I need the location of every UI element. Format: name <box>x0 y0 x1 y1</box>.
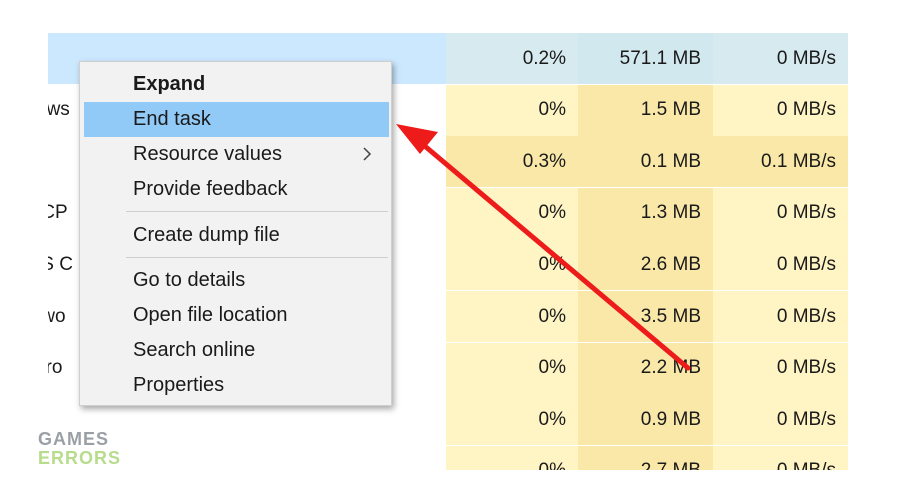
cpu-cell: 0.3% <box>446 136 578 188</box>
cpu-cell: 0% <box>446 342 578 394</box>
cpu-cell: 0% <box>446 291 578 342</box>
disk-cell: 0 MB/s <box>713 342 848 394</box>
menu-item-label: Expand <box>133 73 206 95</box>
menu-item-open-file-location[interactable]: Open file location <box>84 298 389 333</box>
memory-cell: 571.1 MB <box>578 33 713 84</box>
memory-cell: 1.3 MB <box>578 187 713 239</box>
process-name: ows <box>48 99 70 121</box>
disk-cell: 0 MB/s <box>713 291 848 342</box>
process-name: cro <box>48 357 63 379</box>
chevron-right-icon <box>363 147 372 161</box>
disk-cell: 0 MB/s <box>713 84 848 136</box>
menu-item-provide-feedback[interactable]: Provide feedback <box>84 172 389 207</box>
disk-cell: 0 MB/s <box>713 33 848 84</box>
menu-item-search-online[interactable]: Search online <box>84 333 389 368</box>
context-menu: Expand End task Resource values Provide … <box>79 61 392 406</box>
menu-item-label: Create dump file <box>133 224 280 246</box>
disk-cell: 0.1 MB/s <box>713 136 848 188</box>
cpu-cell: 0% <box>446 394 578 446</box>
memory-cell: 2.7 MB <box>578 445 713 470</box>
cpu-cell: 0.2% <box>446 33 578 84</box>
disk-cell: 0 MB/s <box>713 394 848 446</box>
menu-separator <box>126 211 388 212</box>
menu-item-label: Resource values <box>133 143 282 165</box>
menu-item-expand[interactable]: Expand <box>84 67 389 102</box>
table-row[interactable]: 0%2.7 MB0 MB/s <box>48 445 848 470</box>
menu-item-label: Search online <box>133 339 256 361</box>
disk-cell: 0 MB/s <box>713 187 848 239</box>
watermark-logo: GAMES ERRORS <box>38 430 128 468</box>
menu-item-label: Provide feedback <box>133 178 288 200</box>
watermark-line1: GAMES <box>38 429 110 449</box>
menu-item-end-task[interactable]: End task <box>84 102 389 137</box>
menu-item-go-to-details[interactable]: Go to details <box>84 263 389 298</box>
menu-item-resource-values[interactable]: Resource values <box>84 137 389 172</box>
cpu-cell: 0% <box>446 445 578 470</box>
memory-cell: 2.6 MB <box>578 239 713 291</box>
menu-item-properties[interactable]: Properties <box>84 368 389 403</box>
memory-cell: 0.1 MB <box>578 136 713 188</box>
process-name: IS C <box>48 253 73 275</box>
cpu-cell: 0% <box>446 187 578 239</box>
menu-item-label: End task <box>133 108 211 130</box>
watermark-line2: ERRORS <box>38 448 122 468</box>
menu-item-label: Open file location <box>133 304 288 326</box>
menu-item-create-dump-file[interactable]: Create dump file <box>84 218 389 253</box>
memory-cell: 2.2 MB <box>578 342 713 394</box>
memory-cell: 0.9 MB <box>578 394 713 446</box>
disk-cell: 0 MB/s <box>713 445 848 470</box>
menu-separator <box>126 257 388 258</box>
memory-cell: 1.5 MB <box>578 84 713 136</box>
cpu-cell: 0% <box>446 239 578 291</box>
process-name: two <box>48 305 66 327</box>
disk-cell: 0 MB/s <box>713 239 848 291</box>
cpu-cell: 0% <box>446 84 578 136</box>
menu-item-label: Properties <box>133 374 225 396</box>
menu-item-label: Go to details <box>133 269 246 291</box>
memory-cell: 3.5 MB <box>578 291 713 342</box>
process-name: ICP <box>48 202 68 224</box>
